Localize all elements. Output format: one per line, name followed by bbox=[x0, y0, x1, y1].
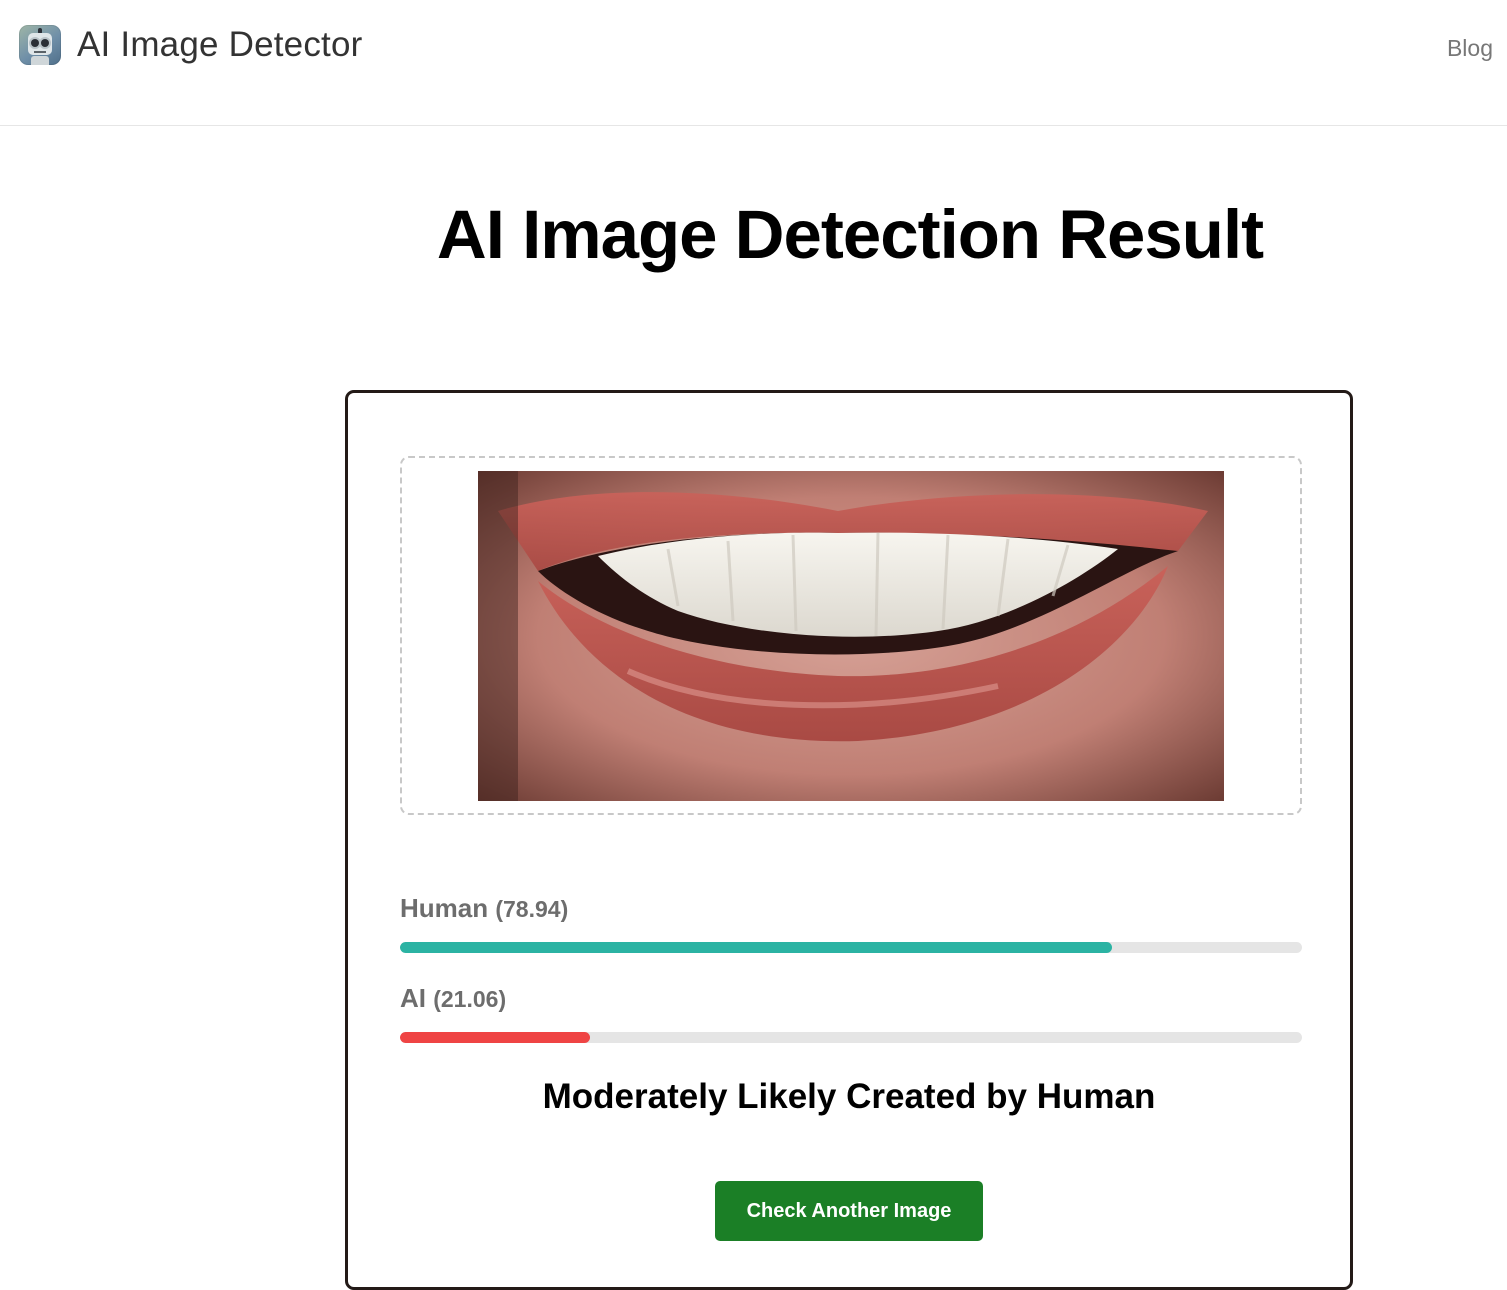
robot-icon bbox=[19, 25, 61, 65]
human-label-text: Human bbox=[400, 893, 489, 923]
ai-score-label: AI (21.06) bbox=[400, 983, 506, 1014]
check-another-image-button[interactable]: Check Another Image bbox=[715, 1181, 983, 1241]
human-score-bar-fill bbox=[400, 942, 1113, 953]
top-navigation-bar: AI Image Detector Blog bbox=[0, 0, 1507, 126]
verdict-text: Moderately Likely Created by Human bbox=[542, 1077, 1156, 1116]
result-card: Human (78.94) AI (21.06) Moderately Like… bbox=[345, 390, 1353, 1290]
ai-score-bar-fill bbox=[400, 1032, 590, 1043]
human-score-value: (78.94) bbox=[495, 896, 569, 922]
nav-link-blog[interactable]: Blog bbox=[1447, 35, 1493, 62]
ai-score-bar bbox=[400, 1032, 1302, 1043]
page-title: AI Image Detection Result bbox=[436, 196, 1264, 273]
uploaded-image-frame bbox=[400, 456, 1302, 815]
uploaded-image bbox=[478, 471, 1224, 801]
ai-label-text: AI bbox=[400, 983, 426, 1013]
human-score-bar bbox=[400, 942, 1302, 953]
brand-name: AI Image Detector bbox=[77, 25, 363, 64]
human-score-label: Human (78.94) bbox=[400, 893, 568, 924]
brand-home-link[interactable]: AI Image Detector bbox=[19, 25, 362, 65]
ai-score-value: (21.06) bbox=[433, 986, 507, 1012]
